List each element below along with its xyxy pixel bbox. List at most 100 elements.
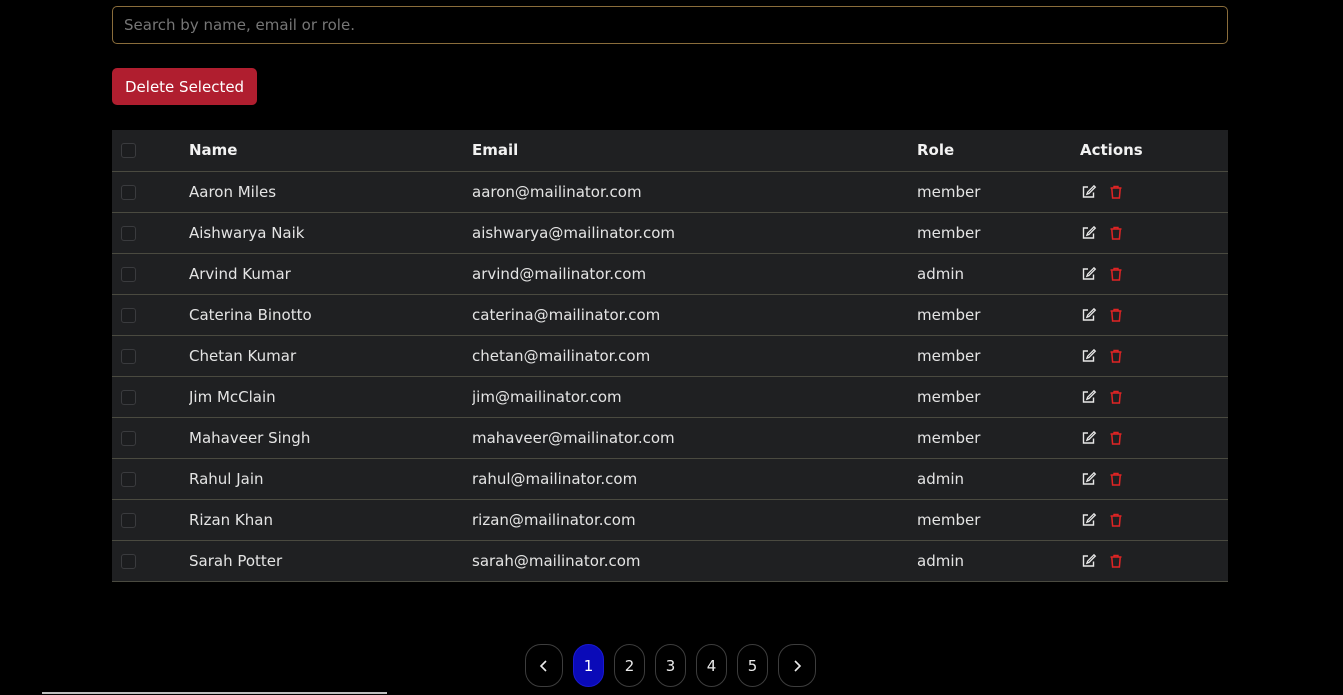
table-row: Aaron Miles aaron@mailinator.com member: [112, 171, 1228, 213]
users-table-container: Name Email Role Actions Aaron Miles aaron…: [112, 130, 1228, 582]
column-header-email: Email: [472, 130, 917, 172]
cell-name: Aaron Miles: [189, 171, 472, 213]
edit-icon[interactable]: [1081, 348, 1097, 364]
cell-email: sarah@mailinator.com: [472, 540, 917, 582]
page-button-4[interactable]: 4: [696, 644, 727, 687]
row-select-cell: [112, 458, 189, 500]
cell-actions: [1080, 253, 1228, 295]
table-header-row: Name Email Role Actions: [112, 130, 1228, 172]
trash-icon[interactable]: [1108, 266, 1124, 282]
table-row: Mahaveer Singh mahaveer@mailinator.com mem…: [112, 417, 1228, 459]
row-select-cell: [112, 499, 189, 541]
trash-icon[interactable]: [1108, 553, 1124, 569]
row-select-cell: [112, 376, 189, 418]
cell-name: Caterina Binotto: [189, 294, 472, 336]
search-bar: [112, 6, 1228, 44]
row-checkbox[interactable]: [121, 471, 136, 487]
cell-role: member: [917, 294, 1080, 336]
row-checkbox[interactable]: [121, 307, 136, 323]
trash-icon[interactable]: [1108, 348, 1124, 364]
cell-name: Aishwarya Naik: [189, 212, 472, 254]
table-row: Caterina Binotto caterina@mailinator.com m…: [112, 294, 1228, 336]
edit-icon[interactable]: [1081, 471, 1097, 487]
cell-email: jim@mailinator.com: [472, 376, 917, 418]
page-button-3[interactable]: 3: [655, 644, 686, 687]
search-input[interactable]: [112, 6, 1228, 44]
edit-icon[interactable]: [1081, 553, 1097, 569]
cell-actions: [1080, 417, 1228, 459]
cell-email: arvind@mailinator.com: [472, 253, 917, 295]
row-select-cell: [112, 335, 189, 377]
page-button-5[interactable]: 5: [737, 644, 768, 687]
cell-name: Rizan Khan: [189, 499, 472, 541]
trash-icon[interactable]: [1108, 184, 1124, 200]
table-row: Rizan Khan rizan@mailinator.com member: [112, 499, 1228, 541]
trash-icon[interactable]: [1108, 512, 1124, 528]
chevron-left-icon[interactable]: [525, 644, 563, 687]
cell-name: Rahul Jain: [189, 458, 472, 500]
cell-name: Jim McClain: [189, 376, 472, 418]
cell-actions: [1080, 499, 1228, 541]
user-admin-page: Delete Selected Name Email Role Actions …: [0, 0, 1343, 695]
table-row: Sarah Potter sarah@mailinator.com admin: [112, 540, 1228, 582]
page-button-1[interactable]: 1: [573, 644, 604, 687]
edit-icon[interactable]: [1081, 225, 1097, 241]
edit-icon[interactable]: [1081, 184, 1097, 200]
trash-icon[interactable]: [1108, 471, 1124, 487]
cell-role: member: [917, 212, 1080, 254]
table-body: Aaron Miles aaron@mailinator.com member Ais…: [112, 171, 1228, 582]
cell-email: rahul@mailinator.com: [472, 458, 917, 500]
table-row: Jim McClain jim@mailinator.com member: [112, 376, 1228, 418]
cell-role: member: [917, 335, 1080, 377]
edit-icon[interactable]: [1081, 266, 1097, 282]
row-checkbox[interactable]: [121, 348, 136, 364]
cell-actions: [1080, 540, 1228, 582]
cell-role: member: [917, 171, 1080, 213]
cell-email: rizan@mailinator.com: [472, 499, 917, 541]
pagination: 12345: [525, 644, 816, 687]
cell-role: admin: [917, 540, 1080, 582]
trash-icon[interactable]: [1108, 389, 1124, 405]
cell-role: member: [917, 417, 1080, 459]
edit-icon[interactable]: [1081, 389, 1097, 405]
table-row: Aishwarya Naik aishwarya@mailinator.com me…: [112, 212, 1228, 254]
column-header-name: Name: [189, 130, 472, 172]
cell-name: Sarah Potter: [189, 540, 472, 582]
table-row: Arvind Kumar arvind@mailinator.com admin: [112, 253, 1228, 295]
column-header-role: Role: [917, 130, 1080, 172]
row-select-cell: [112, 253, 189, 295]
edit-icon[interactable]: [1081, 430, 1097, 446]
cell-email: mahaveer@mailinator.com: [472, 417, 917, 459]
row-select-cell: [112, 294, 189, 336]
page-button-2[interactable]: 2: [614, 644, 645, 687]
edit-icon[interactable]: [1081, 307, 1097, 323]
row-select-cell: [112, 212, 189, 254]
row-select-cell: [112, 540, 189, 582]
cell-actions: [1080, 376, 1228, 418]
edit-icon[interactable]: [1081, 512, 1097, 528]
horizontal-scrollbar[interactable]: [42, 692, 387, 694]
cell-role: admin: [917, 253, 1080, 295]
row-checkbox[interactable]: [121, 184, 136, 200]
cell-name: Mahaveer Singh: [189, 417, 472, 459]
row-checkbox[interactable]: [121, 225, 136, 241]
cell-actions: [1080, 294, 1228, 336]
row-checkbox[interactable]: [121, 512, 136, 528]
cell-name: Arvind Kumar: [189, 253, 472, 295]
cell-actions: [1080, 335, 1228, 377]
table-row: Rahul Jain rahul@mailinator.com admin: [112, 458, 1228, 500]
trash-icon[interactable]: [1108, 225, 1124, 241]
row-checkbox[interactable]: [121, 553, 136, 569]
trash-icon[interactable]: [1108, 307, 1124, 323]
users-table: Name Email Role Actions Aaron Miles aaron…: [112, 130, 1228, 582]
row-select-cell: [112, 417, 189, 459]
row-checkbox[interactable]: [121, 389, 136, 405]
row-checkbox[interactable]: [121, 430, 136, 446]
row-select-cell: [112, 171, 189, 213]
row-checkbox[interactable]: [121, 266, 136, 282]
delete-selected-button[interactable]: Delete Selected: [112, 68, 258, 105]
chevron-right-icon[interactable]: [778, 644, 816, 687]
select-all-checkbox[interactable]: [121, 143, 136, 159]
cell-email: aaron@mailinator.com: [472, 171, 917, 213]
trash-icon[interactable]: [1108, 430, 1124, 446]
